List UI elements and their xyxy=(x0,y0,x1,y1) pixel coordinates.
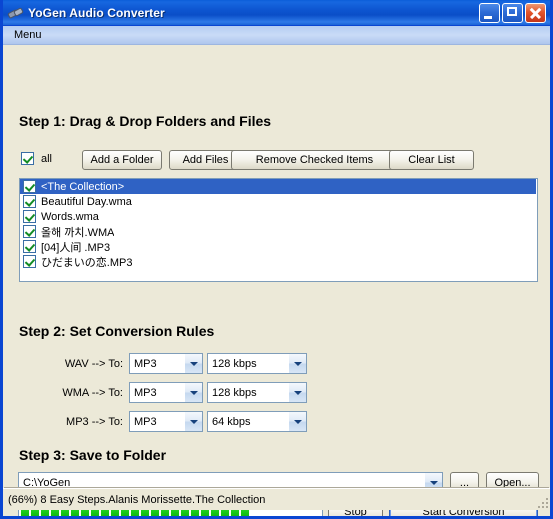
rule-label-wma: WMA --> To: xyxy=(62,387,123,399)
resize-grip[interactable] xyxy=(536,496,548,508)
wav-bitrate-combo[interactable]: 128 kbps xyxy=(207,353,307,374)
wma-format-value: MP3 xyxy=(134,386,157,399)
application-window: YoGen Audio Converter Menu Step 1: Drag … xyxy=(0,0,553,519)
chevron-down-icon[interactable] xyxy=(184,383,202,402)
select-all-group[interactable]: all xyxy=(21,152,52,165)
window-controls xyxy=(479,2,548,23)
mp3-bitrate-value: 64 kbps xyxy=(212,415,251,428)
clear-list-button[interactable]: Clear List xyxy=(389,150,474,170)
rule-label-wav: WAV --> To: xyxy=(64,358,123,370)
mp3-format-combo[interactable]: MP3 xyxy=(129,411,203,432)
remove-checked-items-button[interactable]: Remove Checked Items xyxy=(231,150,398,170)
file-list-item[interactable]: Beautiful Day.wma xyxy=(20,194,537,209)
wav-format-value: MP3 xyxy=(134,357,157,370)
maximize-button[interactable] xyxy=(502,2,523,23)
save-folder-value: C:\YoGen xyxy=(23,476,71,489)
file-item-checkbox[interactable] xyxy=(23,255,36,268)
title-bar: YoGen Audio Converter xyxy=(3,0,550,26)
window-title: YoGen Audio Converter xyxy=(28,5,165,20)
close-button[interactable] xyxy=(525,2,546,23)
file-list-item[interactable]: [04]人间 .MP3 xyxy=(20,239,537,254)
menu-bar: Menu xyxy=(3,26,550,45)
add-folder-button[interactable]: Add a Folder xyxy=(82,150,162,170)
wma-bitrate-combo[interactable]: 128 kbps xyxy=(207,382,307,403)
file-item-checkbox[interactable] xyxy=(23,210,36,223)
file-item-checkbox[interactable] xyxy=(23,240,36,253)
file-item-label: ひだまいの恋.MP3 xyxy=(41,256,133,269)
status-text: (66%) 8 Easy Steps.Alanis Morissette.The… xyxy=(8,493,266,506)
file-item-checkbox[interactable] xyxy=(23,225,36,238)
file-item-label: Beautiful Day.wma xyxy=(41,195,132,208)
chevron-down-icon[interactable] xyxy=(288,383,306,402)
chevron-down-icon[interactable] xyxy=(288,354,306,373)
file-item-checkbox[interactable] xyxy=(23,180,36,193)
file-item-label: 올해 까치.WMA xyxy=(41,226,115,239)
select-all-checkbox[interactable] xyxy=(21,152,34,165)
step1-heading: Step 1: Drag & Drop Folders and Files xyxy=(19,113,272,129)
step3-heading: Step 3: Save to Folder xyxy=(19,447,167,463)
step2-heading: Step 2: Set Conversion Rules xyxy=(19,323,215,339)
file-item-label: <The Collection> xyxy=(41,180,125,193)
file-list-item[interactable]: <The Collection> xyxy=(20,179,536,194)
file-list[interactable]: <The Collection> Beautiful Day.wma Words.w… xyxy=(19,178,538,282)
file-list-item[interactable]: ひだまいの恋.MP3 xyxy=(20,254,537,269)
wma-format-combo[interactable]: MP3 xyxy=(129,382,203,403)
rule-label-mp3: MP3 --> To: xyxy=(66,416,123,428)
wav-format-combo[interactable]: MP3 xyxy=(129,353,203,374)
app-icon xyxy=(7,5,24,21)
chevron-down-icon[interactable] xyxy=(184,412,202,431)
chevron-down-icon[interactable] xyxy=(288,412,306,431)
file-item-label: [04]人间 .MP3 xyxy=(41,241,111,254)
file-item-checkbox[interactable] xyxy=(23,195,36,208)
mp3-format-value: MP3 xyxy=(134,415,157,428)
wma-bitrate-value: 128 kbps xyxy=(212,386,257,399)
file-list-item[interactable]: Words.wma xyxy=(20,209,537,224)
wav-bitrate-value: 128 kbps xyxy=(212,357,257,370)
file-item-label: Words.wma xyxy=(41,210,99,223)
select-all-label: all xyxy=(41,152,53,165)
chevron-down-icon[interactable] xyxy=(184,354,202,373)
file-list-item[interactable]: 올해 까치.WMA xyxy=(20,224,537,239)
menu-item-menu[interactable]: Menu xyxy=(9,28,47,42)
minimize-button[interactable] xyxy=(479,2,500,23)
mp3-bitrate-combo[interactable]: 64 kbps xyxy=(207,411,307,432)
status-bar: (66%) 8 Easy Steps.Alanis Morissette.The… xyxy=(3,488,550,510)
client-area: Step 1: Drag & Drop Folders and Files al… xyxy=(3,45,550,516)
